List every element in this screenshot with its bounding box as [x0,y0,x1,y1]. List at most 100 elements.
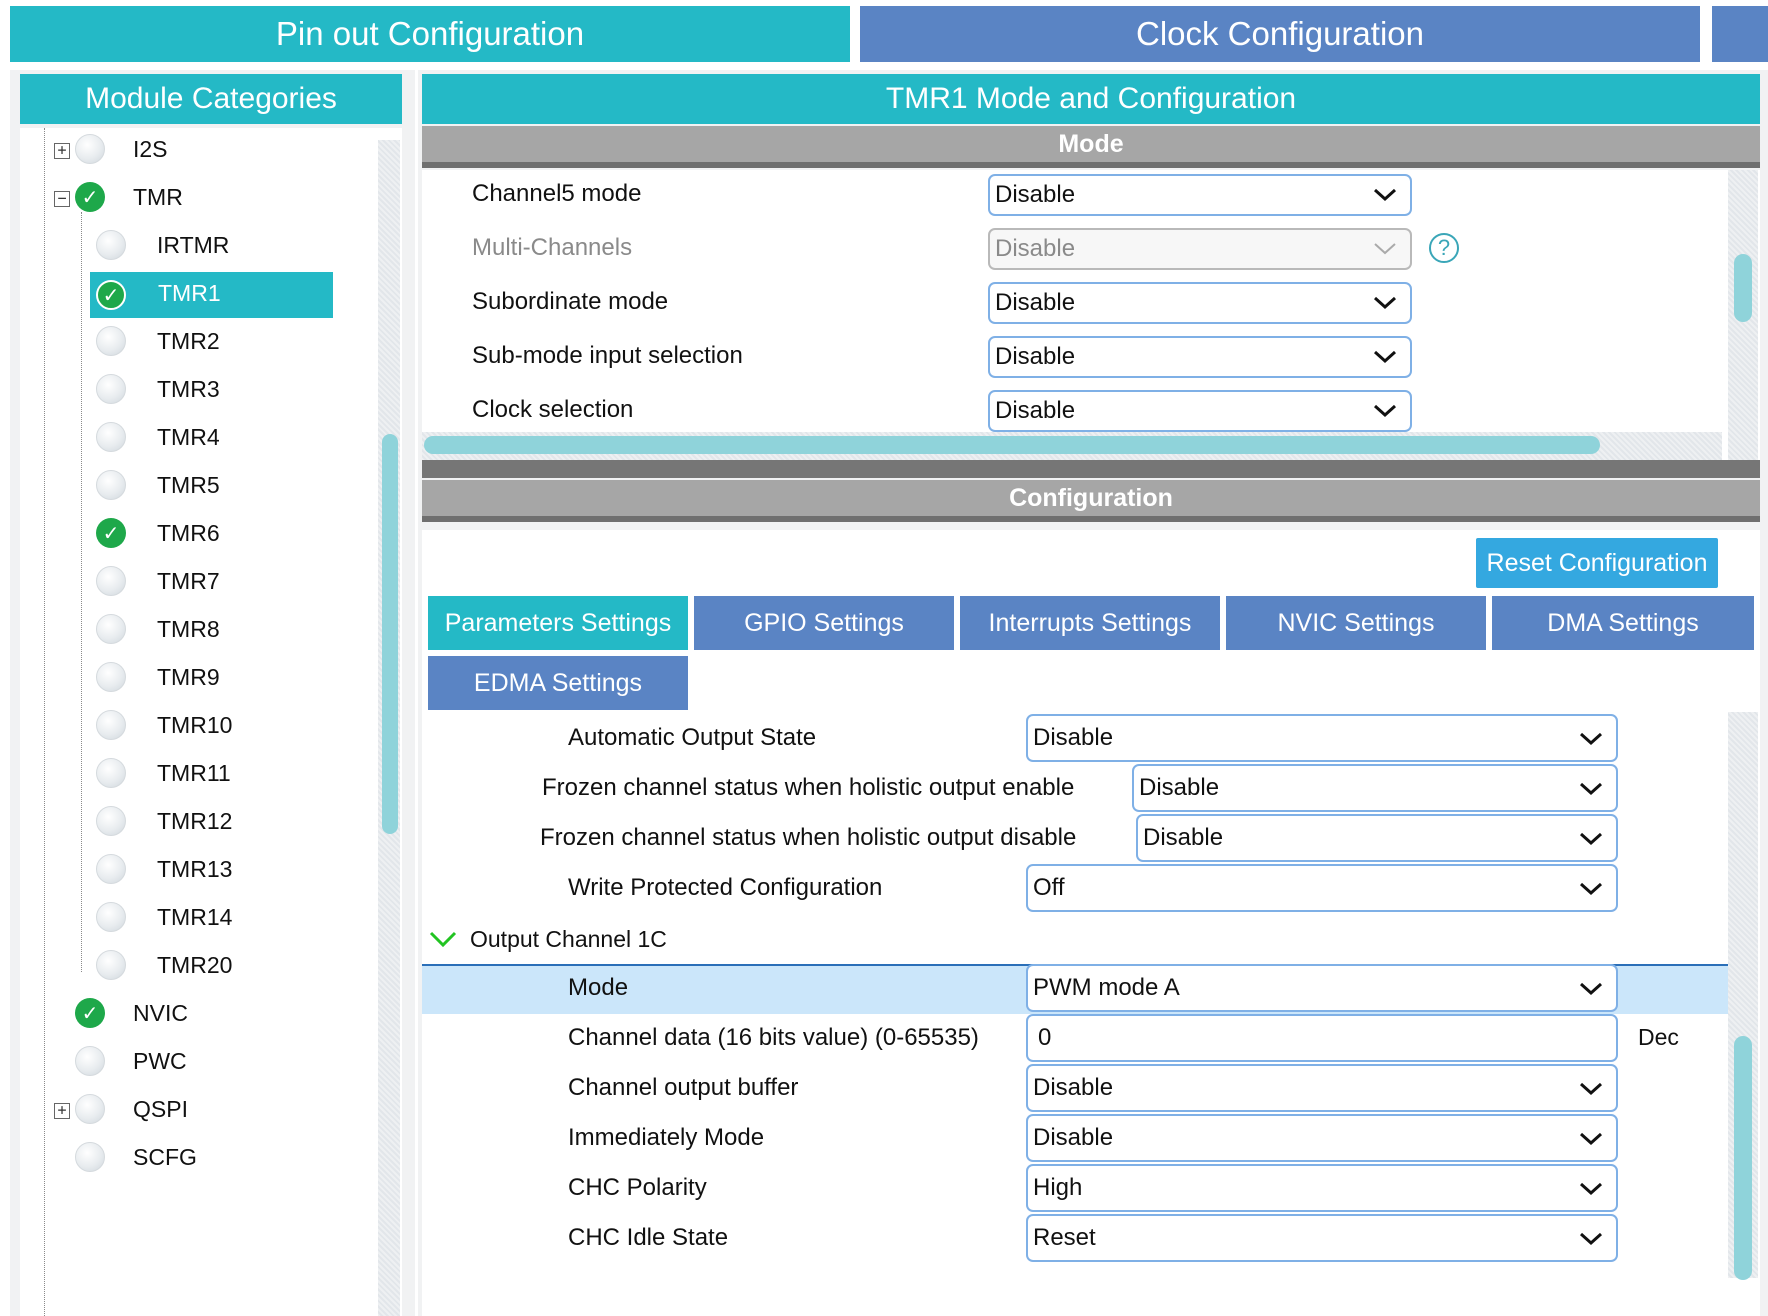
module-tree-scrollbar-thumb[interactable] [382,434,398,834]
channel-output-buffer-label: Channel output buffer [568,1074,799,1101]
tree-item-i2s[interactable]: + I2S [20,128,376,176]
tab-parameters-settings[interactable]: Parameters Settings [428,596,688,650]
panel-title: TMR1 Mode and Configuration [422,74,1760,124]
sub-mode-input-select[interactable]: Disable [988,336,1412,378]
tree-item-tmr7[interactable]: TMR7 [20,558,376,608]
chc-idle-state-label: CHC Idle State [568,1224,729,1251]
reset-configuration-button[interactable]: Reset Configuration [1476,538,1718,588]
tree-item-tmr3[interactable]: TMR3 [20,366,376,416]
channel-mode-select[interactable]: PWM mode A [1026,964,1618,1012]
frozen-disable-label: Frozen channel status when holistic outp… [540,824,1077,851]
mode-vertical-scrollbar-thumb[interactable] [1734,254,1752,322]
tab-gpio-settings[interactable]: GPIO Settings [694,596,954,650]
sub-mode-input-label: Sub-mode input selection [472,342,743,369]
select-value: PWM mode A [1033,974,1180,1001]
select-value: Disable [995,289,1076,316]
tree-item-tmr2[interactable]: TMR2 [20,318,376,368]
automatic-output-state-select[interactable]: Disable [1026,714,1618,762]
unconfigured-dot-icon [96,326,126,356]
tab-clock-configuration[interactable]: Clock Configuration [860,6,1700,62]
tree-item-tmr4[interactable]: TMR4 [20,414,376,464]
tree-item-tmr8[interactable]: TMR8 [20,606,376,656]
number-format-label[interactable]: Dec [1638,1024,1679,1051]
tree-item-label: TMR7 [157,568,220,594]
module-categories-header: Module Categories [20,74,402,124]
tree-item-tmr1[interactable]: ✓ TMR1 [90,272,333,318]
tab-more[interactable] [1712,6,1768,62]
expand-icon[interactable]: + [54,1103,70,1119]
clock-selection-label: Clock selection [472,396,634,423]
mode-horizontal-scrollbar-thumb[interactable] [424,436,1600,454]
tree-item-label: TMR2 [157,328,220,354]
frozen-enable-label: Frozen channel status when holistic outp… [542,774,1075,801]
checkmark-icon: ✓ [75,998,105,1028]
tab-nvic-settings[interactable]: NVIC Settings [1226,596,1486,650]
collapse-chevron-icon[interactable] [428,928,458,950]
frozen-disable-select[interactable]: Disable [1136,814,1618,862]
chc-polarity-label: CHC Polarity [568,1174,707,1201]
immediately-mode-select[interactable]: Disable [1026,1114,1618,1162]
tree-item-label: TMR1 [158,280,221,306]
tree-item-tmr20[interactable]: TMR20 [20,942,376,992]
tree-item-tmr14[interactable]: TMR14 [20,894,376,944]
tree-item-irtmr[interactable]: IRTMR [20,222,376,272]
select-value: Reset [1033,1224,1096,1251]
unconfigured-dot-icon [75,1094,105,1124]
chevron-down-icon [1373,296,1397,310]
output-channel-section-title[interactable]: Output Channel 1C [470,926,667,953]
tree-item-label: TMR14 [157,904,233,930]
help-icon[interactable]: ? [1429,233,1459,263]
checkmark-icon: ✓ [96,280,126,310]
write-protected-select[interactable]: Off [1026,864,1618,912]
collapse-icon[interactable]: − [54,191,70,207]
tab-edma-settings[interactable]: EDMA Settings [428,656,688,710]
channel5-mode-select[interactable]: Disable [988,174,1412,216]
tree-item-nvic[interactable]: ✓ NVIC [20,990,376,1040]
unconfigured-dot-icon [96,614,126,644]
select-value: Disable [995,181,1076,208]
section-divider [422,460,1760,478]
expand-icon[interactable]: + [54,143,70,159]
channel-output-buffer-select[interactable]: Disable [1026,1064,1618,1112]
tree-item-qspi[interactable]: + QSPI [20,1086,376,1136]
select-value: Disable [995,397,1076,424]
tab-pinout-configuration[interactable]: Pin out Configuration [10,6,850,62]
tree-item-tmr12[interactable]: TMR12 [20,798,376,848]
tree-item-tmr10[interactable]: TMR10 [20,702,376,752]
chevron-down-icon [1579,832,1603,846]
unconfigured-dot-icon [75,1046,105,1076]
tree-item-label: TMR6 [157,520,220,546]
select-value: Disable [1139,774,1220,801]
tree-item-tmr5[interactable]: TMR5 [20,462,376,512]
unconfigured-dot-icon [75,134,105,164]
tree-item-tmr[interactable]: − ✓ TMR [20,174,376,224]
immediately-mode-label: Immediately Mode [568,1124,765,1151]
tree-item-scfg[interactable]: SCFG [20,1134,376,1184]
tree-item-tmr11[interactable]: TMR11 [20,750,376,800]
unconfigured-dot-icon [96,374,126,404]
select-value: Disable [1033,1124,1114,1151]
chevron-down-icon [1579,1232,1603,1246]
chevron-down-icon [1373,404,1397,418]
configuration-section-header: Configuration [422,480,1760,522]
tree-item-tmr6[interactable]: ✓ TMR6 [20,510,376,560]
clock-selection-select[interactable]: Disable [988,390,1412,432]
frozen-enable-select[interactable]: Disable [1132,764,1618,812]
tab-dma-settings[interactable]: DMA Settings [1492,596,1754,650]
channel-data-input[interactable]: 0 [1026,1014,1618,1062]
configuration-vertical-scrollbar-thumb[interactable] [1734,1036,1752,1280]
tree-item-label: TMR13 [157,856,233,882]
tree-item-pwc[interactable]: PWC [20,1038,376,1088]
tab-interrupts-settings[interactable]: Interrupts Settings [960,596,1220,650]
chevron-down-icon [1373,188,1397,202]
tree-item-tmr9[interactable]: TMR9 [20,654,376,704]
tree-item-label: TMR8 [157,616,220,642]
tree-item-label: TMR11 [157,760,231,786]
chc-polarity-select[interactable]: High [1026,1164,1618,1212]
tree-item-label: IRTMR [157,232,230,258]
subordinate-mode-select[interactable]: Disable [988,282,1412,324]
chc-idle-state-select[interactable]: Reset [1026,1214,1618,1262]
unconfigured-dot-icon [96,854,126,884]
automatic-output-state-label: Automatic Output State [568,724,817,751]
tree-item-tmr13[interactable]: TMR13 [20,846,376,896]
